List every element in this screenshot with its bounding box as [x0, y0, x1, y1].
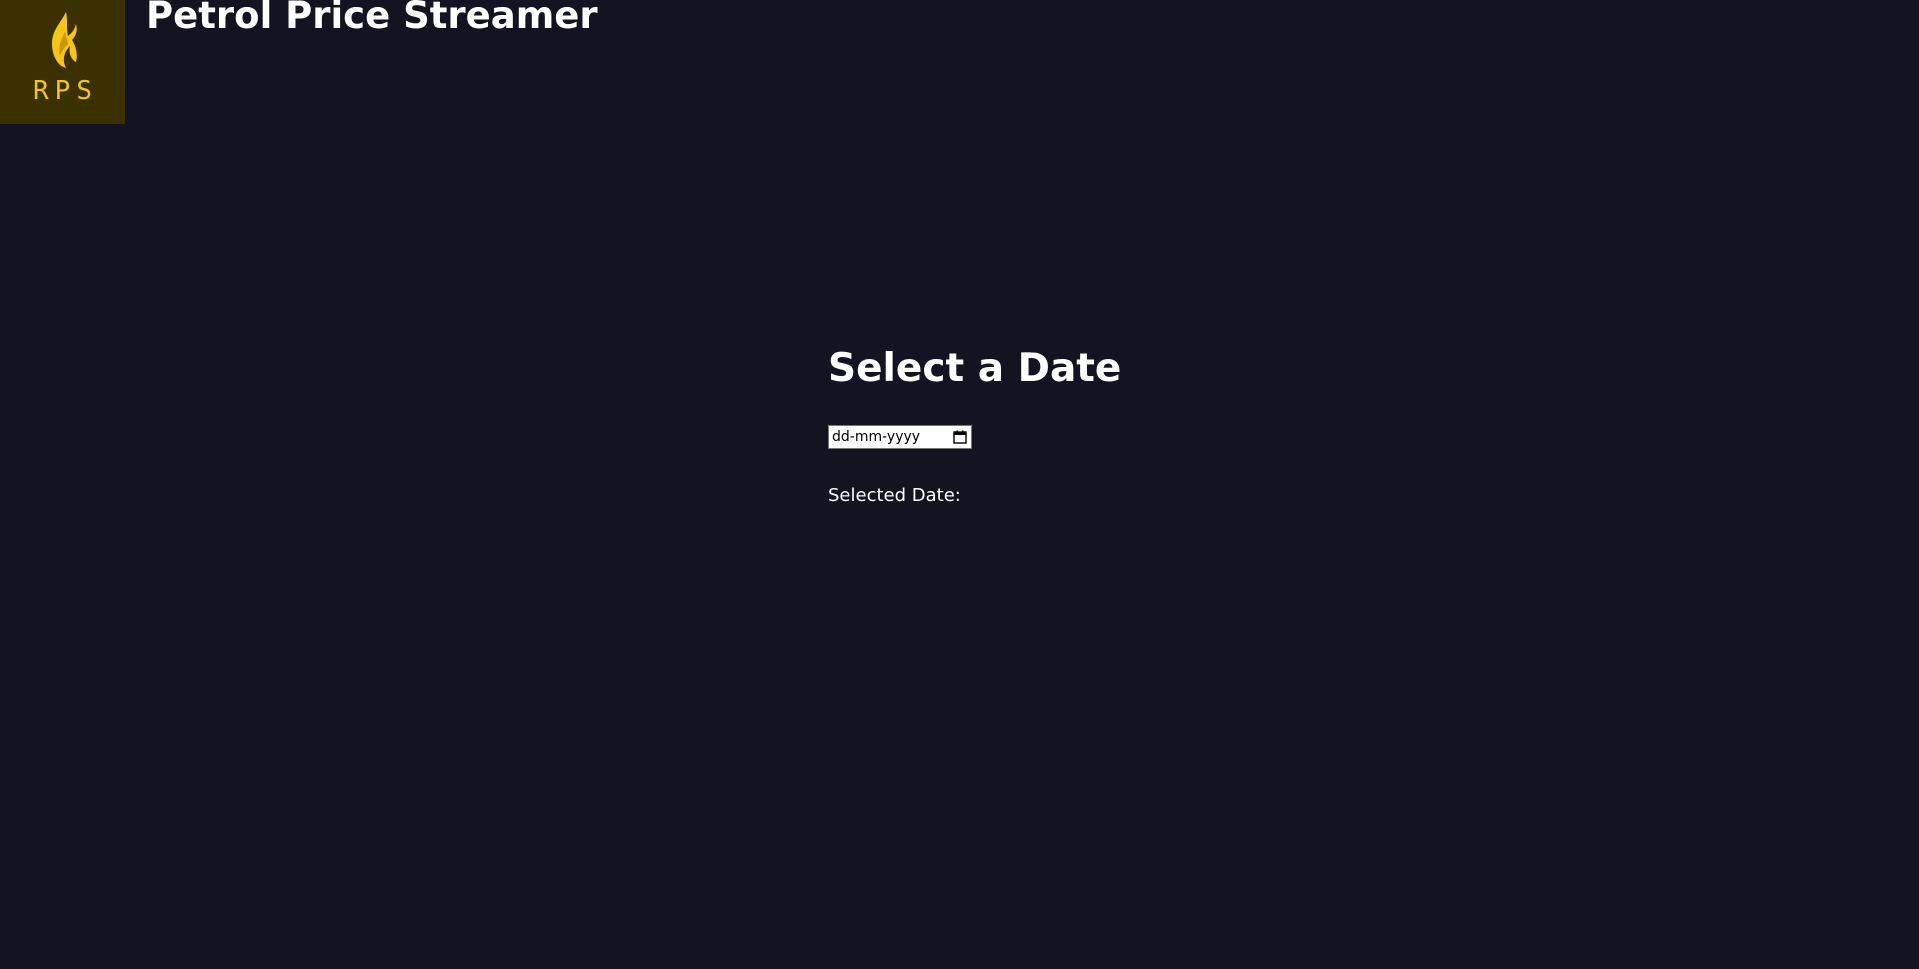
calendar-icon[interactable] [953, 430, 967, 444]
flame-icon [51, 12, 77, 68]
selected-date-row: Selected Date: [828, 485, 1121, 506]
page: RPS Petrol Price Streamer Select a Date … [0, 0, 1919, 969]
logo-text: RPS [33, 76, 98, 106]
app-title: Petrol Price Streamer [146, 0, 598, 37]
date-selection-panel: Select a Date dd-mm-yyyy Selected Date: [828, 346, 1121, 506]
app-logo[interactable]: RPS [0, 0, 125, 124]
selected-date-label: Selected Date: [828, 485, 961, 506]
date-input[interactable]: dd-mm-yyyy [828, 425, 972, 449]
panel-heading: Select a Date [828, 346, 1122, 391]
date-input-placeholder: dd-mm-yyyy [832, 429, 921, 445]
